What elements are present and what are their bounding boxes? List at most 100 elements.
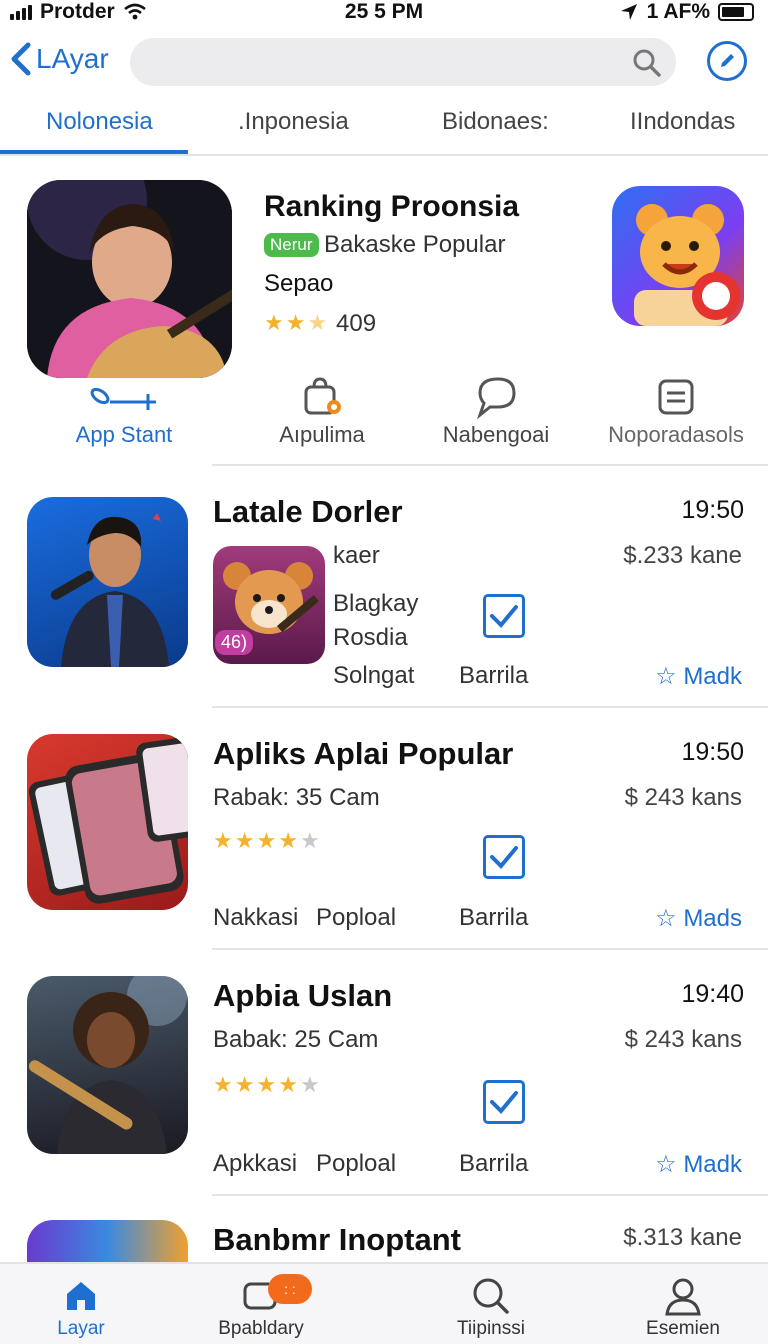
active-tab-indicator [0,150,188,154]
star-icon: ★ [234,1072,255,1097]
action-label: App Stant [75,422,173,447]
star-icon: ★ [299,1072,320,1097]
bookmark-label: Madk [683,663,742,690]
star-outline-icon: ☆ [655,1151,677,1178]
nav-tiipinssi[interactable]: Tiipinssi [416,1274,566,1340]
featured-title[interactable]: Ranking Proonsia [264,190,519,224]
divider [212,706,768,708]
star-icon: ★ [299,828,320,853]
tab-inponesia[interactable]: .Inponesia [238,108,349,136]
battery-label: 1 AF% [646,0,710,23]
app-tag: Nakkasi [213,904,299,931]
app-thumbnail[interactable] [27,497,188,667]
nav-label: Bpabldary [218,1318,304,1339]
app-tag: Apkkasi [213,1150,298,1177]
rating-badge: 46) [215,630,254,655]
select-checkbox[interactable] [483,835,525,879]
rating-count: 409 [336,310,377,337]
divider [212,948,768,950]
action-nabengoai[interactable]: Nabengoai [406,372,586,448]
tab-iindondas[interactable]: IIndondas [630,108,735,136]
app-tag: Poploal [316,1150,397,1177]
nav-label: Layar [57,1318,105,1339]
bookmark-button[interactable]: ☆ Madk [655,662,742,691]
app-time: 19:50 [681,496,744,524]
search-icon [473,1278,509,1314]
app-rating: ★ ★ ★ ★ ★ [213,1074,320,1096]
location-arrow-icon [620,4,637,20]
app-meta: Rabak: 35 Cam [213,784,380,811]
select-checkbox[interactable] [483,1080,525,1124]
star-icon: ★ [256,1072,277,1097]
star-outline-icon: ☆ [655,663,677,690]
app-title[interactable]: Latale Dorler [213,494,403,530]
featured-app-icon[interactable] [612,186,744,326]
app-meta: Babak: 25 Cam [213,1026,379,1053]
star-icon: ★ [213,828,233,853]
chevron-left-icon [11,42,31,76]
action-app-stant[interactable]: App Stant [34,372,214,448]
category-tabs: Nolonesia .Inponesia Bidonaes: IIndondas [0,100,768,156]
action-label: Nabengoai [442,422,550,447]
bottom-tab-bar: Layar : : Bpabldary Tiipinssi Esemien [0,1262,768,1344]
checkmark-icon [490,846,518,869]
star-icon: ★ [278,1072,298,1097]
action-aipulima[interactable]: Aıpulima [232,372,412,448]
star-icon: ★ [278,828,298,853]
app-time: 19:40 [681,980,744,1008]
chat-bubble-icon [477,377,516,419]
bag-icon [304,377,341,415]
status-bar: Protder 25 5 PM 1 AF% [0,0,768,26]
app-thumbnail[interactable] [27,734,188,910]
app-price: $.233 kane [623,542,742,569]
half-star-icon: ★ [307,310,328,335]
top-bar: LAyar [0,36,768,88]
star-icon: ★ [213,1072,233,1097]
checkbox-label: Barrila [459,662,529,689]
select-checkbox[interactable] [483,594,525,638]
nav-bpabldary[interactable]: : : Bpabldary [186,1274,336,1340]
tab-nolonesia[interactable]: Nolonesia [46,108,153,136]
action-label: Noporadasols [608,422,744,447]
star-icon: ★ [234,828,255,853]
nav-layar[interactable]: Layar [6,1274,156,1340]
app-detail-line: Solngat [333,662,415,689]
app-thumbnail[interactable] [27,1220,188,1262]
app-title[interactable]: Banbmr Inoptant [213,1222,461,1258]
app-time: 19:50 [681,738,744,766]
share-link-icon [90,387,156,410]
search-input[interactable] [130,38,676,86]
search-icon[interactable] [632,48,662,78]
home-icon [67,1282,95,1310]
app-detail-line: Rosdia [333,624,408,651]
star-outline-icon: ☆ [655,905,677,932]
app-rating: ★ ★ ★ ★ ★ [213,830,320,852]
edit-button[interactable] [707,41,747,81]
featured-developer: Sepao [264,270,334,297]
action-noporadasols[interactable]: Noporadasols [586,372,766,448]
bookmark-button[interactable]: ☆ Madk [655,1150,742,1179]
new-badge: Nerur [264,233,319,257]
featured-app-image[interactable] [27,180,232,378]
nav-label: Tiipinssi [457,1318,525,1339]
app-tag: Poploal [316,904,397,931]
app-detail-line: kaer [333,542,380,569]
bookmark-button[interactable]: ☆ Mads [655,904,742,933]
nav-esemien[interactable]: Esemien [608,1274,758,1340]
battery-icon [718,3,754,21]
app-thumbnail[interactable] [27,976,188,1154]
app-title[interactable]: Apliks Aplai Popular [213,736,513,772]
pencil-icon [721,54,734,67]
action-label: Aıpulima [279,422,365,447]
featured-rating: ★ ★ ★ [264,312,327,334]
app-price: $.313 kane [623,1224,742,1251]
checkbox-label: Barrila [459,904,529,931]
tab-bidonaes[interactable]: Bidonaes: [442,108,549,136]
divider [212,464,768,466]
nav-badge: : : [268,1274,312,1304]
checkmark-icon [490,605,518,628]
back-button[interactable]: LAyar [10,42,109,76]
app-price: $ 243 kans [624,784,742,811]
checkbox-label: Barrila [459,1150,529,1177]
app-title[interactable]: Apbia Uslan [213,978,392,1014]
